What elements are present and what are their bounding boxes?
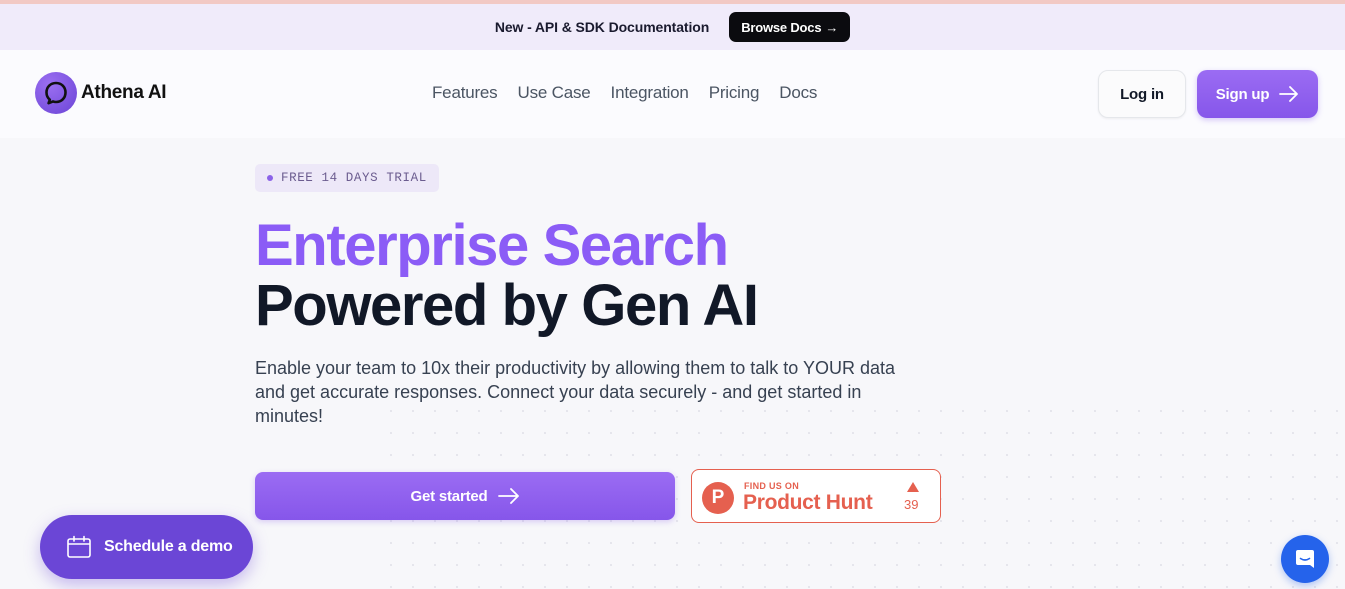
nav-link-use-case[interactable]: Use Case	[518, 83, 591, 103]
signup-label: Sign up	[1215, 85, 1270, 103]
arrow-right-icon	[497, 488, 519, 504]
navbar: Athena AI Features Use Case Integration …	[0, 50, 1345, 138]
nav-link-integration[interactable]: Integration	[611, 83, 689, 103]
upvote-count: 39	[904, 497, 919, 512]
hero-title-line-2: Powered by Gen AI	[255, 273, 759, 338]
banner-text: New - API & SDK Documentation	[494, 19, 710, 35]
product-hunt-small-text: FIND US ON	[744, 481, 800, 491]
chat-icon	[1296, 550, 1314, 568]
arrow-right-icon: →	[825, 19, 839, 35]
announcement-banner: New - API & SDK Documentation Browse Doc…	[0, 4, 1345, 50]
arrow-right-icon	[1279, 86, 1299, 102]
chat-launcher-button[interactable]	[1281, 535, 1329, 583]
hero-description: Enable your team to 10x their productivi…	[255, 358, 895, 426]
product-hunt-title: Product Hunt	[743, 491, 873, 514]
hero-title-line-1: Enterprise Search	[255, 213, 729, 278]
get-started-button[interactable]: Get started	[255, 472, 675, 520]
calendar-icon	[67, 535, 91, 558]
logo-text: Athena AI	[81, 82, 167, 103]
product-hunt-badge[interactable]: P FIND US ON Product Hunt 39	[691, 469, 941, 523]
badge-dot	[267, 175, 273, 181]
nav-link-pricing[interactable]: Pricing	[709, 83, 760, 103]
upvote-triangle-icon	[907, 482, 919, 492]
nav-link-docs[interactable]: Docs	[779, 83, 817, 103]
browse-docs-button[interactable]: Browse Docs →	[729, 12, 851, 42]
trial-badge: FREE 14 DAYS TRIAL	[255, 164, 439, 192]
speech-bubble-logo-icon	[35, 72, 77, 114]
logo[interactable]: Athena AI	[35, 72, 167, 114]
schedule-demo-button[interactable]: Schedule a demo	[40, 515, 253, 579]
nav-link-features[interactable]: Features	[432, 83, 498, 103]
login-button[interactable]: Log in	[1098, 70, 1186, 118]
trial-badge-text: FREE 14 DAYS TRIAL	[281, 171, 427, 185]
schedule-demo-label: Schedule a demo	[104, 538, 233, 555]
product-hunt-logo-icon: P	[702, 482, 734, 514]
browse-docs-label: Browse Docs	[741, 19, 822, 35]
nav-links: Features Use Case Integration Pricing Do…	[432, 83, 817, 103]
get-started-label: Get started	[410, 487, 488, 505]
signup-button[interactable]: Sign up	[1197, 70, 1318, 118]
